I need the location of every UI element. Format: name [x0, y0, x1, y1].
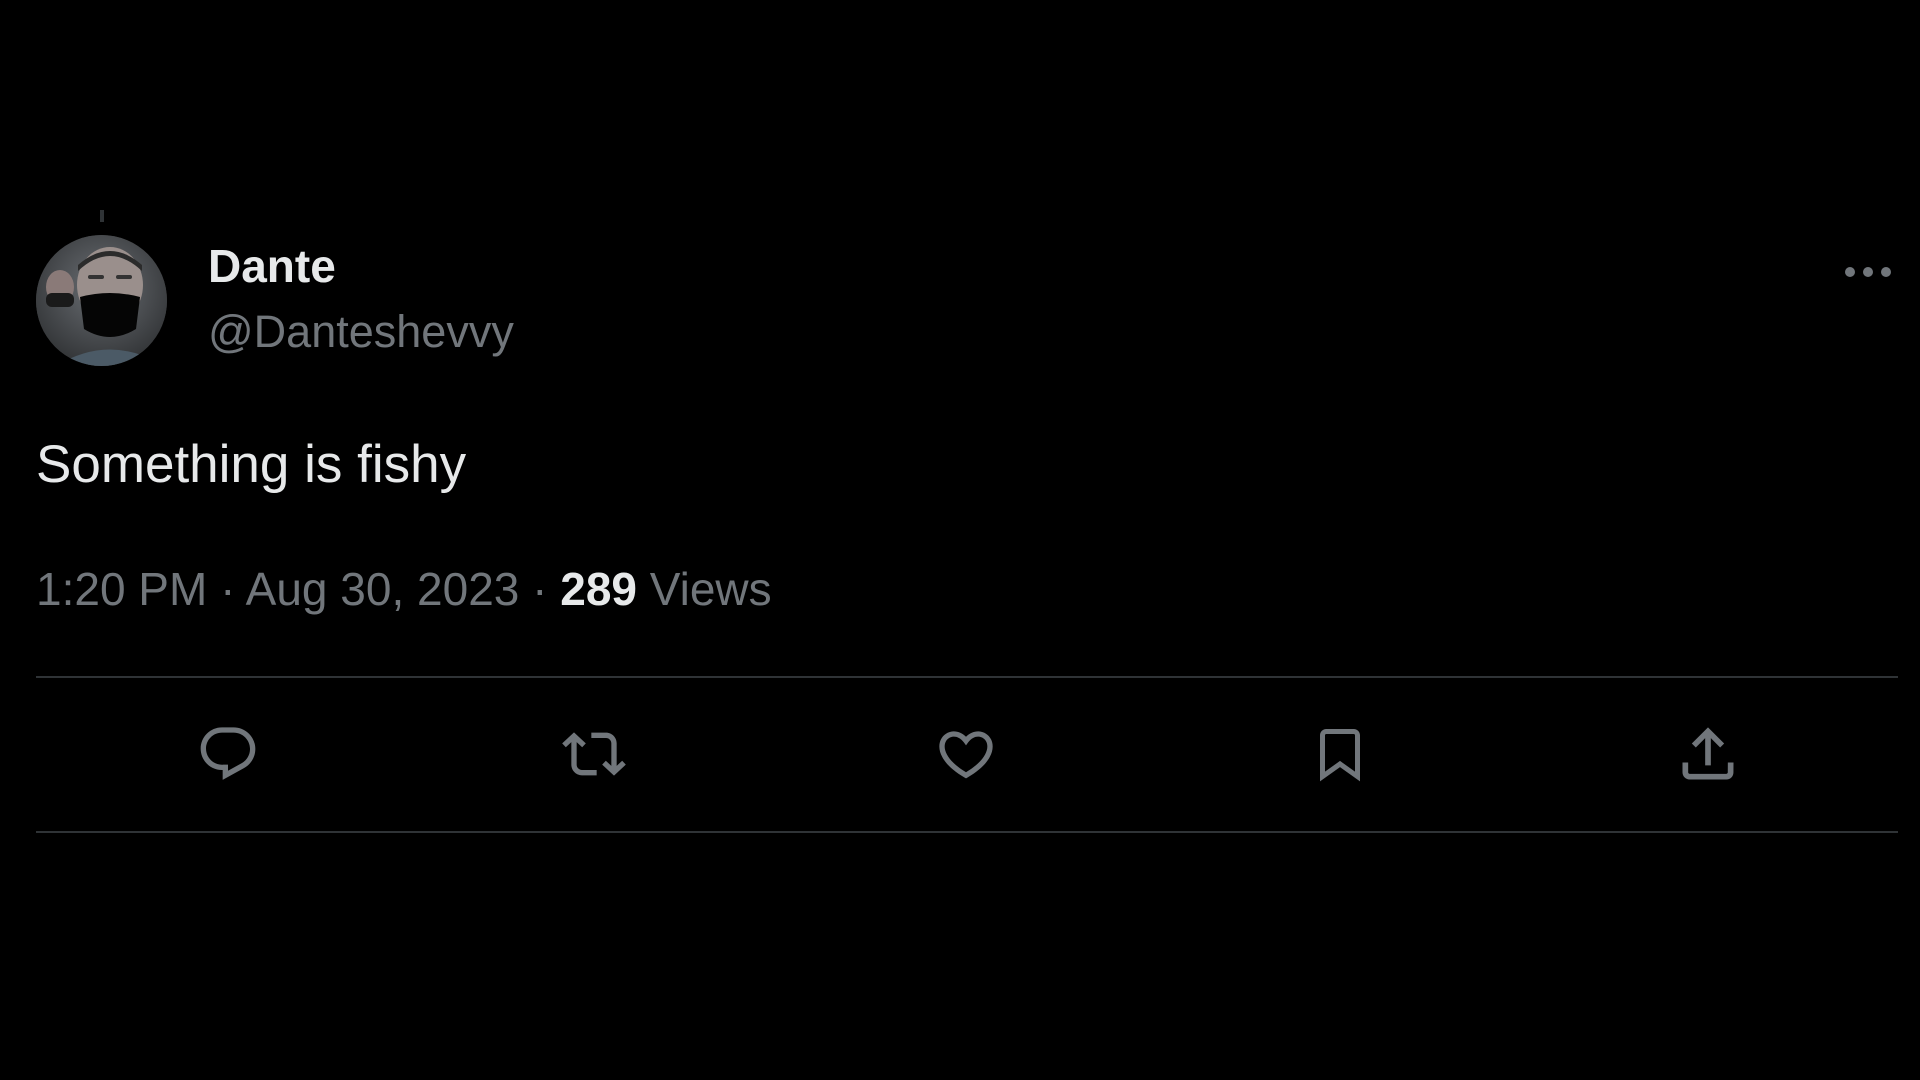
reply-button[interactable]: [188, 714, 268, 794]
tweet-date[interactable]: Aug 30, 2023: [246, 563, 520, 615]
views-count: 289: [560, 563, 637, 615]
reply-icon: [200, 727, 256, 780]
more-options-button[interactable]: [1836, 252, 1900, 292]
tweet-time[interactable]: 1:20 PM: [36, 563, 207, 615]
thread-line: [100, 210, 104, 222]
tweet-metadata: 1:20 PM · Aug 30, 2023 · 289 Views: [36, 560, 772, 618]
retweet-button[interactable]: [554, 714, 634, 794]
views-label: Views: [649, 563, 772, 615]
bookmark-icon: [1320, 729, 1360, 782]
more-icon: [1845, 267, 1891, 277]
divider: [36, 831, 1898, 833]
meta-separator: ·: [220, 563, 236, 615]
share-icon: [1682, 727, 1734, 780]
action-bar: [36, 678, 1898, 831]
share-button[interactable]: [1668, 714, 1748, 794]
like-icon: [939, 731, 993, 779]
retweet-icon: [562, 732, 626, 776]
meta-separator: ·: [532, 563, 548, 615]
tweet-text: Something is fishy: [36, 435, 467, 494]
author-handle[interactable]: @Danteshevvy: [208, 304, 514, 360]
avatar[interactable]: [36, 235, 167, 366]
tweet-detail: Dante @Danteshevvy Something is fishy 1:…: [36, 0, 1898, 1080]
author-display-name[interactable]: Dante: [208, 238, 336, 294]
like-button[interactable]: [926, 714, 1006, 794]
bookmark-button[interactable]: [1300, 714, 1380, 794]
